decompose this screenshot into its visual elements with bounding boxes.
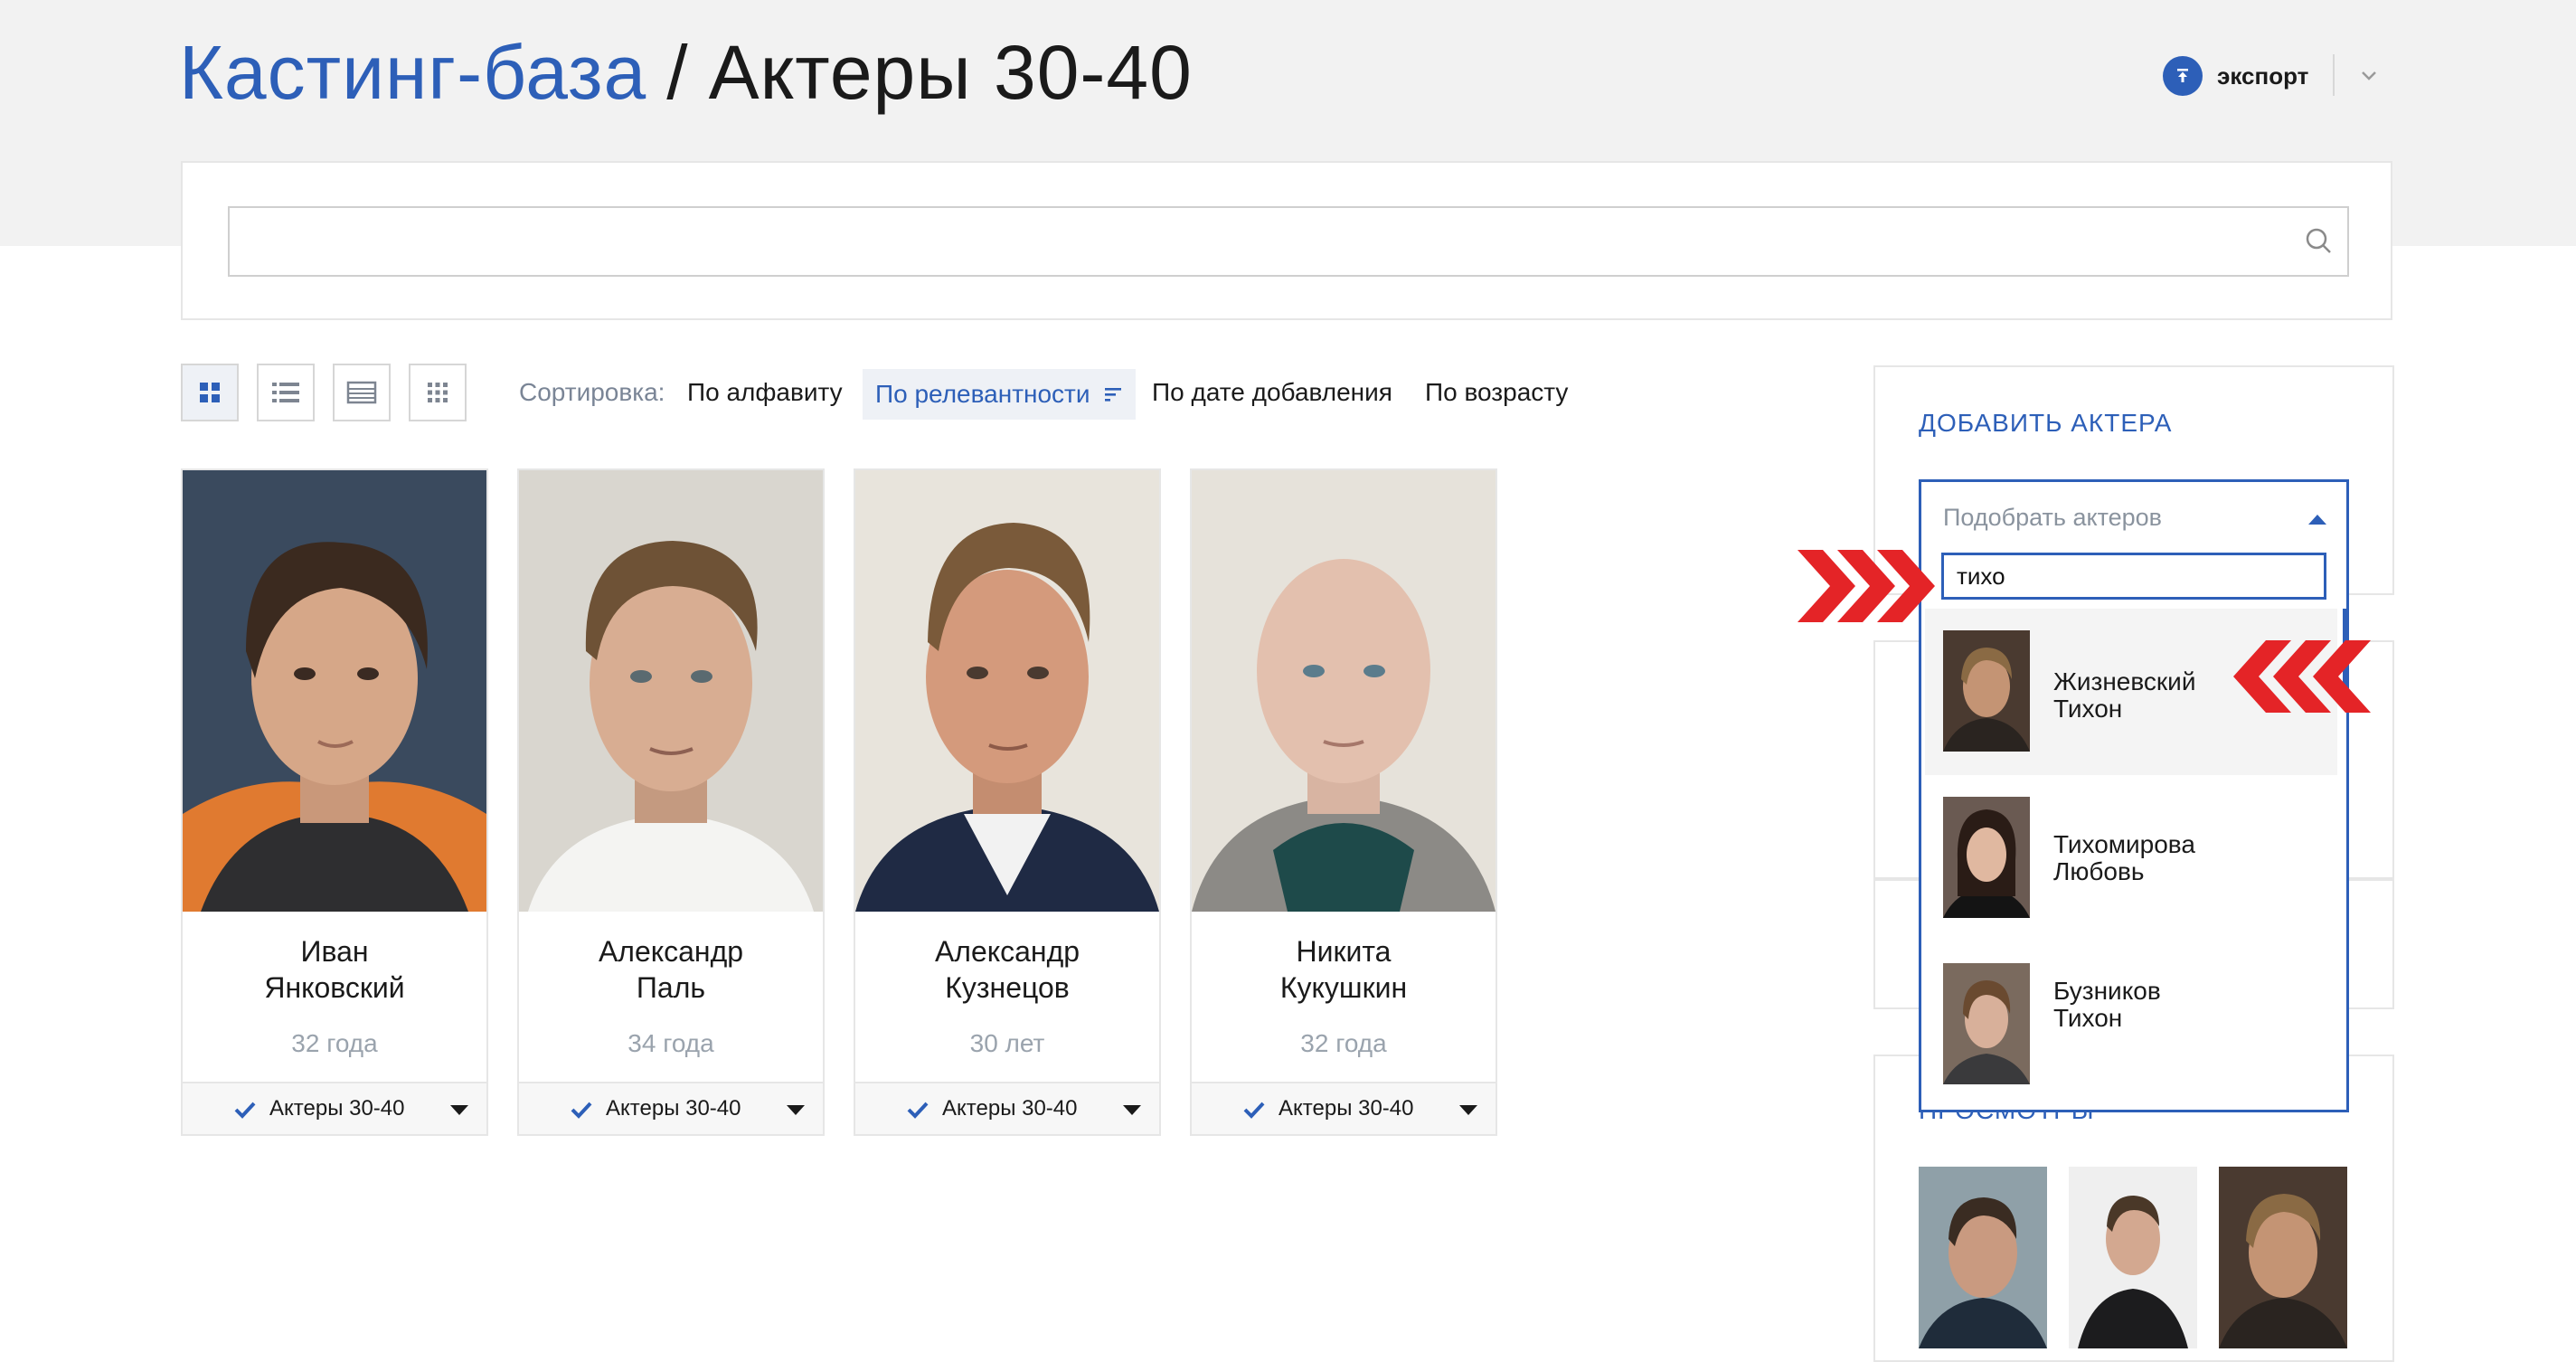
actor-photo[interactable] bbox=[1192, 470, 1496, 912]
export-label: экспорт bbox=[2217, 61, 2309, 90]
caret-down-icon bbox=[787, 1105, 805, 1115]
actor-photo[interactable] bbox=[855, 470, 1159, 912]
add-actor-title: ДОБАВИТЬ АКТЕРА bbox=[1919, 409, 2173, 437]
actor-age: 34 года bbox=[627, 1029, 714, 1057]
callout-arrow-right-icon bbox=[1798, 550, 1935, 622]
sort-label: Сортировка: bbox=[519, 378, 665, 406]
actor-name[interactable]: Никита Кукушкин bbox=[1192, 933, 1496, 1006]
actor-group-label: Актеры 30-40 bbox=[606, 1096, 741, 1121]
chevron-down-icon bbox=[2362, 71, 2376, 80]
actor-group-select[interactable]: Актеры 30-40 bbox=[183, 1082, 486, 1134]
actor-suggestion[interactable]: Тихомирова Любовь bbox=[1925, 775, 2337, 941]
actor-group-label: Актеры 30-40 bbox=[1279, 1096, 1414, 1121]
actor-picker-search-input[interactable] bbox=[1941, 553, 2326, 600]
actor-group-label: Актеры 30-40 bbox=[942, 1096, 1078, 1121]
sort-date-added[interactable]: По дате добавления bbox=[1152, 378, 1392, 407]
sort-relevance-active[interactable]: По релевантности bbox=[863, 369, 1136, 420]
actor-group-label: Актеры 30-40 bbox=[269, 1096, 405, 1121]
actor-group-select[interactable]: Актеры 30-40 bbox=[519, 1082, 823, 1134]
suggestion-photo bbox=[1943, 797, 2030, 918]
search-input[interactable] bbox=[228, 206, 2349, 277]
caret-up-icon[interactable] bbox=[2308, 515, 2326, 525]
viewed-actor-thumb[interactable] bbox=[2069, 1167, 2197, 1348]
callout-arrow-left-icon bbox=[2233, 640, 2371, 713]
check-icon bbox=[234, 1102, 256, 1119]
suggestion-name: Жизневский Тихон bbox=[2053, 667, 2196, 723]
actor-age: 32 года bbox=[291, 1029, 378, 1057]
view-list-button[interactable] bbox=[257, 364, 315, 421]
actor-age: 30 лет bbox=[969, 1029, 1045, 1057]
actor-name[interactable]: Александр Паль bbox=[519, 933, 823, 1006]
actor-picker-placeholder[interactable]: Подобрать актеров bbox=[1943, 504, 2162, 532]
search-panel bbox=[181, 161, 2392, 320]
upload-icon bbox=[2163, 56, 2203, 96]
suggestion-name: Тихомирова Любовь bbox=[2053, 830, 2195, 885]
check-icon bbox=[907, 1102, 929, 1119]
sort-alphabet[interactable]: По алфавиту bbox=[687, 378, 843, 407]
actor-photo[interactable] bbox=[519, 470, 823, 912]
sort-age[interactable]: По возрасту bbox=[1425, 378, 1568, 407]
view-table-button[interactable] bbox=[333, 364, 391, 421]
actor-card[interactable]: Александр Паль 34 года Актеры 30-40 bbox=[517, 468, 825, 1136]
viewed-actor-thumb[interactable] bbox=[1919, 1167, 2047, 1348]
actor-card[interactable]: Александр Кузнецов 30 лет Актеры 30-40 bbox=[854, 468, 1161, 1136]
actor-picker-dropdown[interactable]: Подобрать актеров Жизневский Тихон bbox=[1919, 479, 2349, 1112]
grid-small-icon bbox=[428, 383, 448, 402]
suggestion-photo bbox=[1943, 963, 2030, 1084]
actor-name[interactable]: Александр Кузнецов bbox=[855, 933, 1159, 1006]
view-grid-small-button[interactable] bbox=[409, 364, 467, 421]
caret-down-icon bbox=[1459, 1105, 1477, 1115]
actor-group-select[interactable]: Актеры 30-40 bbox=[855, 1082, 1159, 1134]
sort-relevance-label: По релевантности bbox=[875, 380, 1090, 408]
grid-large-icon bbox=[200, 383, 220, 402]
caret-down-icon bbox=[450, 1105, 468, 1115]
sort-descending-icon bbox=[1104, 388, 1121, 402]
table-icon bbox=[346, 381, 377, 404]
breadcrumb-separator: / bbox=[666, 30, 689, 115]
actor-suggestion[interactable]: Бузников Тихон bbox=[1925, 941, 2337, 1108]
suggestion-name: Бузников Тихон bbox=[2053, 977, 2161, 1032]
breadcrumb-current: Актеры 30-40 bbox=[708, 30, 1193, 115]
breadcrumb-root-link[interactable]: Кастинг-база bbox=[179, 30, 646, 115]
actor-name[interactable]: Иван Янковский bbox=[183, 933, 486, 1006]
search-icon[interactable] bbox=[2304, 226, 2335, 257]
check-icon bbox=[571, 1102, 592, 1119]
actor-age: 32 года bbox=[1300, 1029, 1387, 1057]
actor-photo[interactable] bbox=[183, 470, 486, 912]
check-icon bbox=[1243, 1102, 1265, 1119]
list-icon bbox=[272, 383, 299, 402]
page-title: Кастинг-база / Актеры 30-40 bbox=[179, 27, 1193, 118]
caret-down-icon bbox=[1123, 1105, 1141, 1115]
view-grid-large-button[interactable] bbox=[181, 364, 239, 421]
actor-group-select[interactable]: Актеры 30-40 bbox=[1192, 1082, 1496, 1134]
actor-card[interactable]: Никита Кукушкин 32 года Актеры 30-40 bbox=[1190, 468, 1497, 1136]
viewed-actor-thumb[interactable] bbox=[2219, 1167, 2347, 1348]
export-divider bbox=[2333, 54, 2335, 96]
actor-card[interactable]: Иван Янковский 32 года Актеры 30-40 bbox=[181, 468, 488, 1136]
export-options-toggle[interactable] bbox=[2353, 60, 2385, 92]
suggestion-photo bbox=[1943, 630, 2030, 752]
export-button[interactable]: экспорт bbox=[2163, 56, 2308, 96]
